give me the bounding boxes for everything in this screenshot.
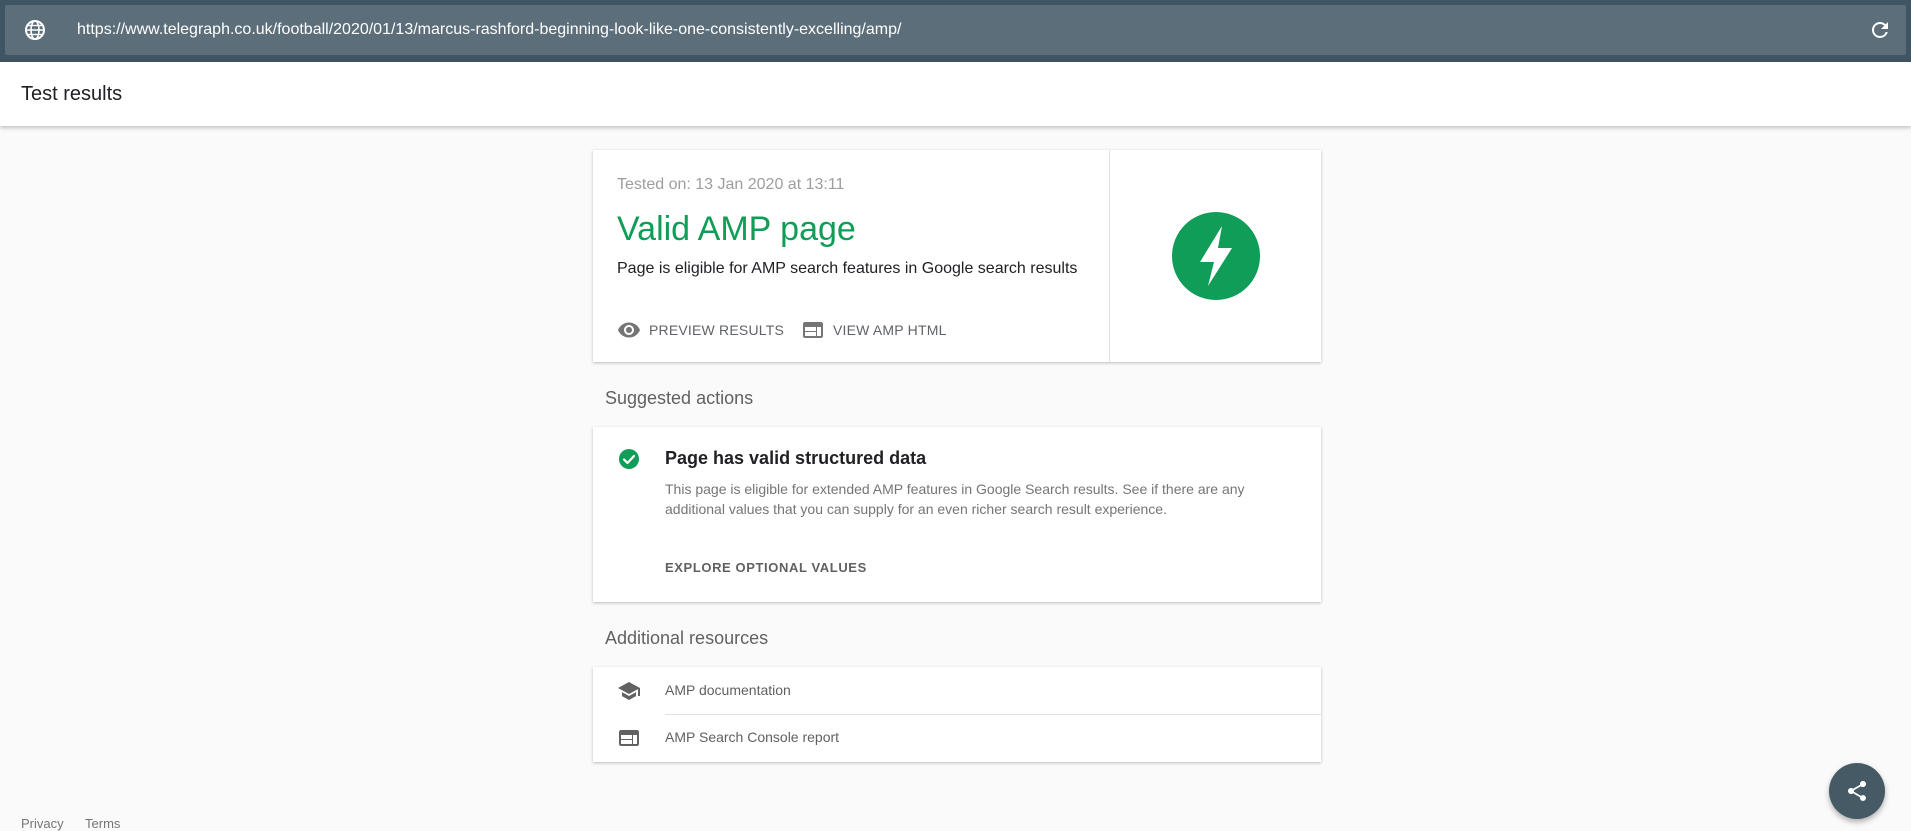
web-icon	[803, 322, 823, 338]
resource-label: AMP Search Console report	[665, 729, 840, 745]
preview-results-button[interactable]: PREVIEW RESULTS	[617, 318, 784, 342]
result-status-title: Valid AMP page	[617, 210, 856, 248]
url-bar: https://www.telegraph.co.uk/football/202…	[0, 0, 1911, 62]
result-card: Tested on: 13 Jan 2020 at 13:11 Valid AM…	[593, 150, 1321, 362]
structured-data-description: This page is eligible for extended AMP f…	[665, 481, 1245, 517]
check-circle-icon	[619, 449, 639, 469]
additional-resources-heading: Additional resources	[605, 628, 769, 648]
resource-label: AMP documentation	[665, 682, 791, 698]
footer: Privacy Terms	[21, 816, 138, 831]
resource-item-search-console-report[interactable]: AMP Search Console report	[593, 714, 1321, 761]
amp-logo-panel	[1109, 150, 1321, 362]
suggested-actions-heading: Suggested actions	[605, 388, 754, 408]
result-description: Page is eligible for AMP search features…	[617, 260, 1078, 277]
app-header: Test results	[0, 62, 1911, 126]
result-summary: Tested on: 13 Jan 2020 at 13:11 Valid AM…	[593, 150, 1109, 362]
structured-data-title: Page has valid structured data	[665, 448, 927, 468]
resource-item-amp-documentation[interactable]: AMP documentation	[593, 667, 1321, 714]
suggested-action-card: Page has valid structured data This page…	[593, 427, 1321, 602]
share-button[interactable]	[1829, 763, 1885, 819]
terms-link[interactable]: Terms	[85, 816, 120, 831]
url-field[interactable]: https://www.telegraph.co.uk/football/202…	[5, 5, 1906, 55]
url-text[interactable]: https://www.telegraph.co.uk/football/202…	[77, 20, 901, 40]
amp-bolt-icon	[1172, 212, 1260, 300]
resources-card: AMP documentation AMP Search Console rep…	[593, 667, 1321, 762]
share-icon	[1848, 781, 1866, 801]
view-amp-html-label: VIEW AMP HTML	[833, 322, 947, 338]
globe-icon	[25, 20, 45, 40]
privacy-link[interactable]: Privacy	[21, 816, 64, 831]
preview-results-label: PREVIEW RESULTS	[649, 322, 784, 338]
reload-icon[interactable]	[1868, 18, 1892, 42]
page-title: Test results	[21, 83, 123, 105]
tested-on-timestamp: Tested on: 13 Jan 2020 at 13:11	[617, 176, 845, 193]
web-icon	[619, 730, 639, 746]
explore-optional-values-button[interactable]: EXPLORE OPTIONAL VALUES	[665, 560, 867, 575]
view-amp-html-button[interactable]: VIEW AMP HTML	[801, 318, 947, 342]
school-icon	[618, 682, 640, 700]
eye-icon	[618, 322, 640, 338]
